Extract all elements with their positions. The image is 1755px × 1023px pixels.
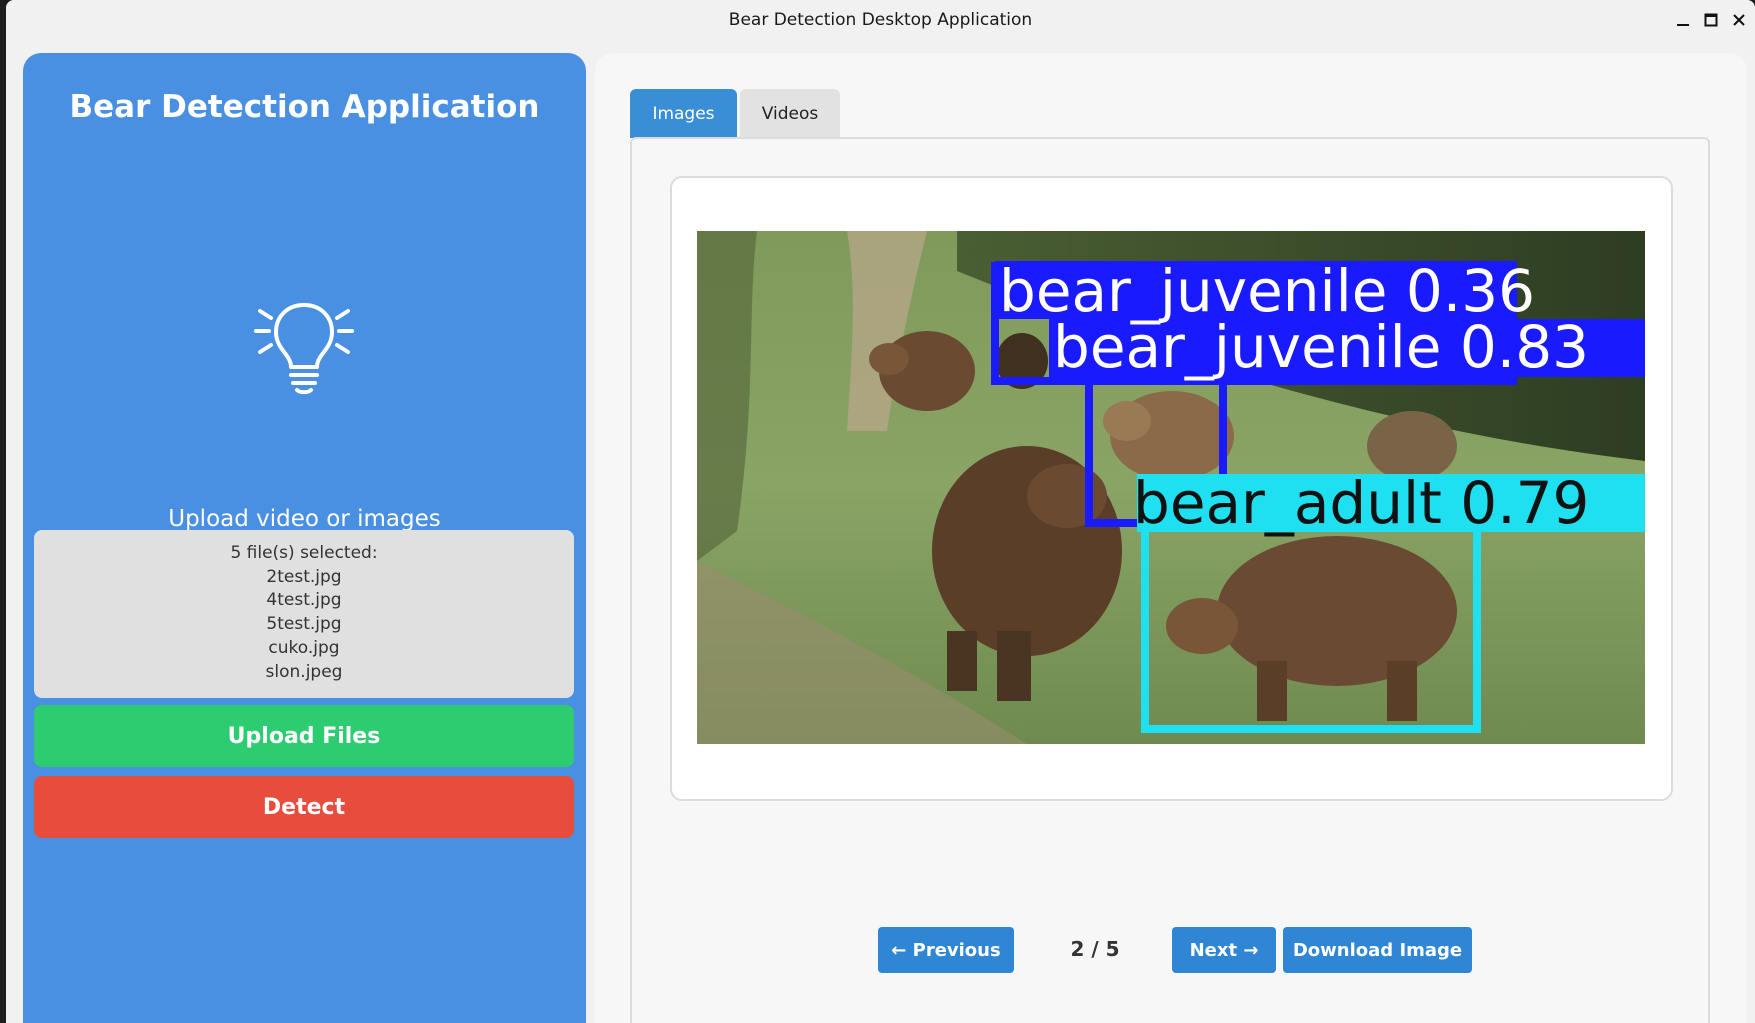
tab-videos[interactable]: Videos	[740, 89, 840, 138]
detection-result-image: bear_juvenile 0.36 bear_juvenile 0.83 be…	[697, 231, 1645, 744]
page-counter: 2 / 5	[1070, 937, 1120, 961]
window-title: Bear Detection Desktop Application	[728, 10, 1033, 30]
download-image-button[interactable]: Download Image	[1283, 927, 1472, 973]
sidebar: Bear Detection Application Upload video …	[23, 53, 586, 1023]
app-heading: Bear Detection Application	[69, 89, 540, 125]
upload-hint: Upload video or images	[168, 506, 441, 532]
main-panel: Images Videos bear_juvenile 0.36 bear_ju…	[595, 53, 1747, 1023]
file-name: slon.jpeg	[265, 661, 343, 682]
file-name: 5test.jpg	[266, 614, 342, 635]
detection-label: bear_juvenile 0.83	[1053, 313, 1589, 381]
upload-files-button[interactable]: Upload Files	[34, 705, 574, 767]
app-window: Bear Detection Desktop Application Bear …	[6, 0, 1755, 1023]
image-frame: bear_juvenile 0.36 bear_juvenile 0.83 be…	[670, 176, 1673, 801]
file-name: 2test.jpg	[266, 566, 342, 587]
tab-content-images: bear_juvenile 0.36 bear_juvenile 0.83 be…	[630, 137, 1710, 1023]
files-summary: 5 file(s) selected:	[230, 543, 378, 563]
file-name: 4test.jpg	[266, 590, 342, 611]
selected-files-list: 5 file(s) selected: 2test.jpg 4test.jpg …	[34, 530, 574, 698]
title-bar: Bear Detection Desktop Application	[6, 0, 1755, 42]
detection-label: bear_adult 0.79	[1133, 469, 1589, 537]
next-button[interactable]: Next →	[1172, 927, 1276, 973]
minimize-icon[interactable]	[1672, 8, 1694, 32]
tab-images[interactable]: Images	[630, 89, 737, 138]
maximize-icon[interactable]	[1700, 8, 1722, 32]
lightbulb-icon	[252, 291, 356, 397]
previous-button[interactable]: ← Previous	[878, 927, 1014, 973]
detect-button[interactable]: Detect	[34, 776, 574, 838]
file-name: cuko.jpg	[268, 637, 340, 658]
close-icon[interactable]	[1728, 8, 1750, 32]
